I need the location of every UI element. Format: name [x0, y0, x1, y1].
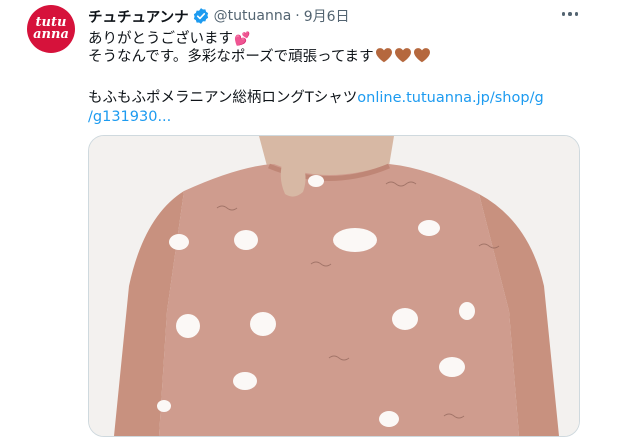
tweet-media-image[interactable] [88, 135, 580, 437]
tweet-text-line2: そうなんです。多彩なポーズで頑張ってます [88, 46, 431, 68]
product-photo [89, 136, 579, 436]
user-handle[interactable]: @tutuanna [214, 8, 292, 24]
avatar-logo-line2: anna [33, 27, 69, 42]
tweet-text-thanks: ありがとうございます [88, 31, 233, 47]
tweet-text-line4: /g131930... [88, 106, 171, 128]
brown-heart-icon [375, 47, 393, 63]
separator-dot: · [295, 8, 300, 24]
product-link[interactable]: online.tutuanna.jp/shop/g [357, 90, 543, 106]
avatar[interactable]: tutu anna [27, 5, 75, 53]
brown-heart-icon [413, 47, 431, 63]
more-options-icon[interactable] [556, 4, 584, 24]
display-name[interactable]: チュチュアンナ [88, 6, 189, 27]
verified-badge-icon [192, 7, 210, 25]
brown-heart-icon [394, 47, 412, 63]
sparkling-heart-icon: 💕 [234, 32, 251, 47]
tweet-text-poses: そうなんです。多彩なポーズで頑張ってます [88, 49, 374, 65]
tweet-date[interactable]: 9月6日 [304, 6, 350, 26]
tweet-header: チュチュアンナ @tutuanna · 9月6日 [88, 6, 350, 26]
product-link-continued[interactable]: /g131930... [88, 109, 171, 125]
product-name: もふもふポメラニアン総柄ロングTシャツ [88, 90, 358, 106]
